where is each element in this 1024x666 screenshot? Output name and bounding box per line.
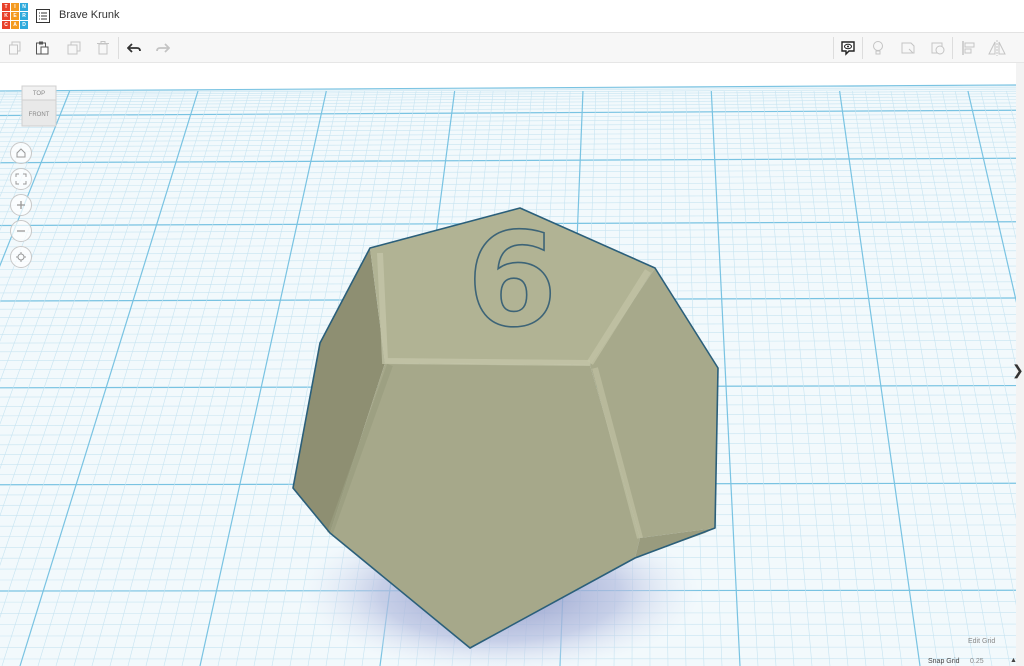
toolbar-separator [833, 37, 834, 59]
copy-icon [9, 41, 21, 55]
workplane-viewport[interactable]: 6 [0, 63, 1016, 666]
toolbar-separator [118, 37, 119, 59]
duplicate-button[interactable] [63, 37, 85, 59]
orthographic-button[interactable] [10, 246, 32, 268]
logo-letter: C [2, 21, 10, 29]
shape-button[interactable] [897, 37, 919, 59]
light-bulb-icon [873, 41, 883, 55]
paste-icon [36, 41, 49, 55]
notes-visibility-icon [841, 41, 855, 56]
workplane-scene[interactable]: 6 [0, 63, 1016, 666]
panel-toggle-icon[interactable]: ❯ [1012, 362, 1024, 379]
toolbar-separator [952, 37, 953, 59]
light-bulb-button[interactable] [867, 37, 889, 59]
logo-letter: E [11, 12, 19, 20]
mirror-button[interactable] [986, 37, 1008, 59]
delete-icon [97, 41, 109, 55]
logo-letter: T [2, 3, 10, 11]
logo-letter: I [11, 3, 19, 11]
shape-icon [901, 42, 915, 54]
hole-button[interactable] [927, 37, 949, 59]
toolbar [0, 33, 1024, 63]
redo-button[interactable] [152, 37, 174, 59]
undo-button[interactable] [123, 37, 145, 59]
tinkercad-logo[interactable]: TIN KER CAD [2, 3, 28, 29]
copy-button[interactable] [4, 37, 26, 59]
logo-letter: N [20, 3, 28, 11]
align-button[interactable] [957, 37, 979, 59]
zoom-in-icon [17, 201, 25, 209]
engraved-number: 6 [467, 204, 557, 356]
mirror-icon [988, 40, 1006, 56]
logo-letter: R [20, 12, 28, 20]
home-view-icon [16, 148, 26, 158]
zoom-in-button[interactable] [10, 194, 32, 216]
duplicate-icon [67, 41, 81, 55]
zoom-out-icon [17, 230, 25, 232]
view-cube-top-label[interactable]: TOP [33, 91, 45, 97]
logo-letter: A [11, 21, 19, 29]
redo-icon [156, 43, 170, 53]
align-icon [962, 41, 975, 55]
view-cube-front-label[interactable]: FRONT [29, 112, 50, 118]
zoom-out-button[interactable] [10, 220, 32, 242]
show-notes-button[interactable] [837, 37, 859, 59]
snap-grid-dropdown-icon[interactable]: ▲ [1010, 657, 1017, 664]
fit-view-icon [15, 173, 27, 185]
logo-letter: D [20, 21, 28, 29]
top-bar: TIN KER CAD Brave Krunk [0, 0, 1024, 33]
delete-button[interactable] [92, 37, 114, 59]
design-list-icon[interactable] [36, 9, 50, 23]
paste-button[interactable] [31, 37, 53, 59]
hole-icon [931, 42, 945, 55]
home-view-button[interactable] [10, 142, 32, 164]
orthographic-icon [16, 252, 26, 262]
edit-grid-button[interactable]: Edit Grid [968, 638, 995, 645]
snap-grid-value[interactable]: 0.25 [970, 658, 984, 665]
fit-view-button[interactable] [10, 168, 32, 190]
snap-grid-label: Snap Grid [928, 658, 960, 665]
logo-letter: K [2, 12, 10, 20]
view-cube[interactable]: TOP FRONT [18, 80, 60, 128]
undo-icon [127, 43, 141, 53]
toolbar-separator [862, 37, 863, 59]
design-title[interactable]: Brave Krunk [59, 9, 120, 21]
